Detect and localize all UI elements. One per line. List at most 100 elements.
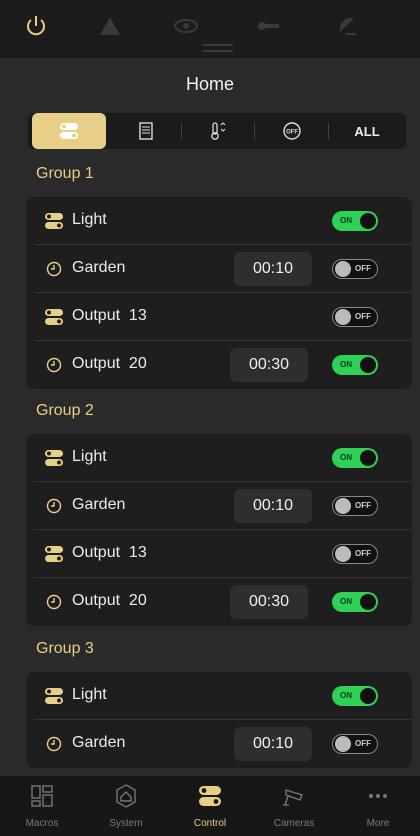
toggle-state-label: ON bbox=[340, 216, 352, 225]
switch-icon bbox=[45, 546, 63, 562]
satellite-dish-icon[interactable] bbox=[334, 12, 362, 40]
top-bar bbox=[0, 0, 420, 58]
item-label: Output 20 bbox=[72, 355, 147, 372]
item-label: Garden bbox=[72, 259, 126, 276]
list-item[interactable]: Light ON bbox=[26, 197, 412, 245]
switch-icon bbox=[45, 450, 63, 466]
tab-label: More bbox=[366, 818, 390, 829]
tab-label: Control bbox=[193, 818, 227, 829]
page-title: Home bbox=[185, 74, 234, 94]
eye-icon[interactable] bbox=[172, 12, 200, 40]
filter-segmented-control: OFF ALL bbox=[28, 113, 406, 149]
toggle-state-label: OFF bbox=[355, 739, 371, 748]
toggle-knob bbox=[335, 261, 351, 277]
toggle-state-label: OFF bbox=[355, 549, 371, 558]
key-icon[interactable] bbox=[254, 12, 282, 40]
toggle-switch[interactable]: ON bbox=[332, 592, 378, 612]
tab-control[interactable]: Control bbox=[168, 776, 252, 836]
item-label: Light bbox=[72, 686, 107, 703]
toggle-switch[interactable]: ON bbox=[332, 686, 378, 706]
macros-icon bbox=[31, 785, 53, 807]
tab-cameras[interactable]: Cameras bbox=[252, 776, 336, 836]
clock-icon bbox=[46, 498, 62, 514]
separator bbox=[181, 123, 182, 139]
toggle-knob bbox=[360, 688, 376, 704]
toggle-state-label: ON bbox=[340, 597, 352, 606]
clock-icon bbox=[46, 594, 62, 610]
toggle-switch[interactable]: ON bbox=[332, 448, 378, 468]
list-item[interactable]: Garden 00:10 OFF bbox=[26, 245, 412, 293]
toggle-knob bbox=[335, 498, 351, 514]
drag-handle[interactable] bbox=[203, 44, 233, 52]
group-title: Group 1 bbox=[36, 165, 94, 182]
toggle-switch[interactable]: ON bbox=[332, 211, 378, 231]
filter-tab-panel[interactable] bbox=[114, 113, 178, 149]
toggle-knob bbox=[360, 357, 376, 373]
tab-more[interactable]: More bbox=[336, 776, 420, 836]
toggle-knob bbox=[360, 450, 376, 466]
filter-tab-temperature[interactable] bbox=[186, 113, 250, 149]
toggle-switch[interactable]: OFF bbox=[332, 307, 378, 327]
group-card: Light ON Garden 00:10 OFF bbox=[26, 672, 412, 768]
toggle-state-label: ON bbox=[340, 360, 352, 369]
timer-field[interactable]: 00:10 bbox=[234, 252, 312, 286]
tab-system[interactable]: System bbox=[84, 776, 168, 836]
svg-text:OFF: OFF bbox=[286, 130, 298, 136]
toggle-switch[interactable]: OFF bbox=[332, 496, 378, 516]
filter-tab-switches[interactable] bbox=[32, 113, 106, 149]
toggle-switch[interactable]: OFF bbox=[332, 259, 378, 279]
list-item[interactable]: Light ON bbox=[26, 672, 412, 720]
timer-field[interactable]: 00:30 bbox=[230, 585, 308, 619]
off-icon: OFF bbox=[283, 122, 301, 140]
group-title: Group 2 bbox=[36, 402, 94, 419]
item-label: Light bbox=[72, 211, 107, 228]
list-item[interactable]: Garden 00:10 OFF bbox=[26, 482, 412, 530]
item-label: Garden bbox=[72, 496, 126, 513]
filter-tab-all[interactable]: ALL bbox=[332, 113, 402, 149]
item-label: Output 20 bbox=[72, 592, 147, 609]
separator bbox=[254, 123, 255, 139]
list-item[interactable]: Garden 00:10 OFF bbox=[26, 720, 412, 768]
panel-icon bbox=[139, 122, 153, 140]
timer-field[interactable]: 00:30 bbox=[230, 348, 308, 382]
toggle-knob bbox=[360, 213, 376, 229]
item-label: Output 13 bbox=[72, 544, 147, 561]
toggle-state-label: OFF bbox=[355, 264, 371, 273]
tab-macros[interactable]: Macros bbox=[0, 776, 84, 836]
cameras-icon bbox=[283, 789, 303, 806]
item-label: Garden bbox=[72, 734, 126, 751]
group-card: Light ON Garden 00:10 OFF Output 13 OFF Output … bbox=[26, 197, 412, 389]
list-item[interactable]: Output 13 OFF bbox=[26, 293, 412, 341]
switch-icon bbox=[45, 213, 63, 229]
more-icon bbox=[369, 794, 387, 798]
list-item[interactable]: Output 13 OFF bbox=[26, 530, 412, 578]
list-item[interactable]: Light ON bbox=[26, 434, 412, 482]
switch-icon bbox=[45, 309, 63, 325]
timer-field[interactable]: 00:10 bbox=[234, 489, 312, 523]
group-title: Group 3 bbox=[36, 640, 94, 657]
item-label: Output 13 bbox=[72, 307, 147, 324]
tab-label: Macros bbox=[25, 818, 59, 829]
power-icon[interactable] bbox=[22, 12, 50, 40]
toggle-state-label: OFF bbox=[355, 501, 371, 510]
group-card: Light ON Garden 00:10 OFF Output 13 OFF Output … bbox=[26, 434, 412, 626]
toggle-switch[interactable]: OFF bbox=[332, 544, 378, 564]
filter-tab-off[interactable]: OFF bbox=[260, 113, 324, 149]
item-label: Light bbox=[72, 448, 107, 465]
toggle-state-label: ON bbox=[340, 453, 352, 462]
clock-icon bbox=[46, 736, 62, 752]
system-icon bbox=[116, 784, 136, 808]
separator bbox=[328, 123, 329, 139]
tab-label: System bbox=[109, 818, 143, 829]
timer-field[interactable]: 00:10 bbox=[234, 727, 312, 761]
clock-icon bbox=[46, 261, 62, 277]
toggle-knob bbox=[335, 736, 351, 752]
list-item[interactable]: Output 20 00:30 ON bbox=[26, 578, 412, 626]
warning-icon[interactable] bbox=[96, 12, 124, 40]
switch-icon bbox=[45, 688, 63, 704]
toggle-switch[interactable]: ON bbox=[332, 355, 378, 375]
switches-icon bbox=[60, 123, 78, 139]
thermometer-icon bbox=[211, 122, 226, 140]
toggle-switch[interactable]: OFF bbox=[332, 734, 378, 754]
list-item[interactable]: Output 20 00:30 ON bbox=[26, 341, 412, 389]
